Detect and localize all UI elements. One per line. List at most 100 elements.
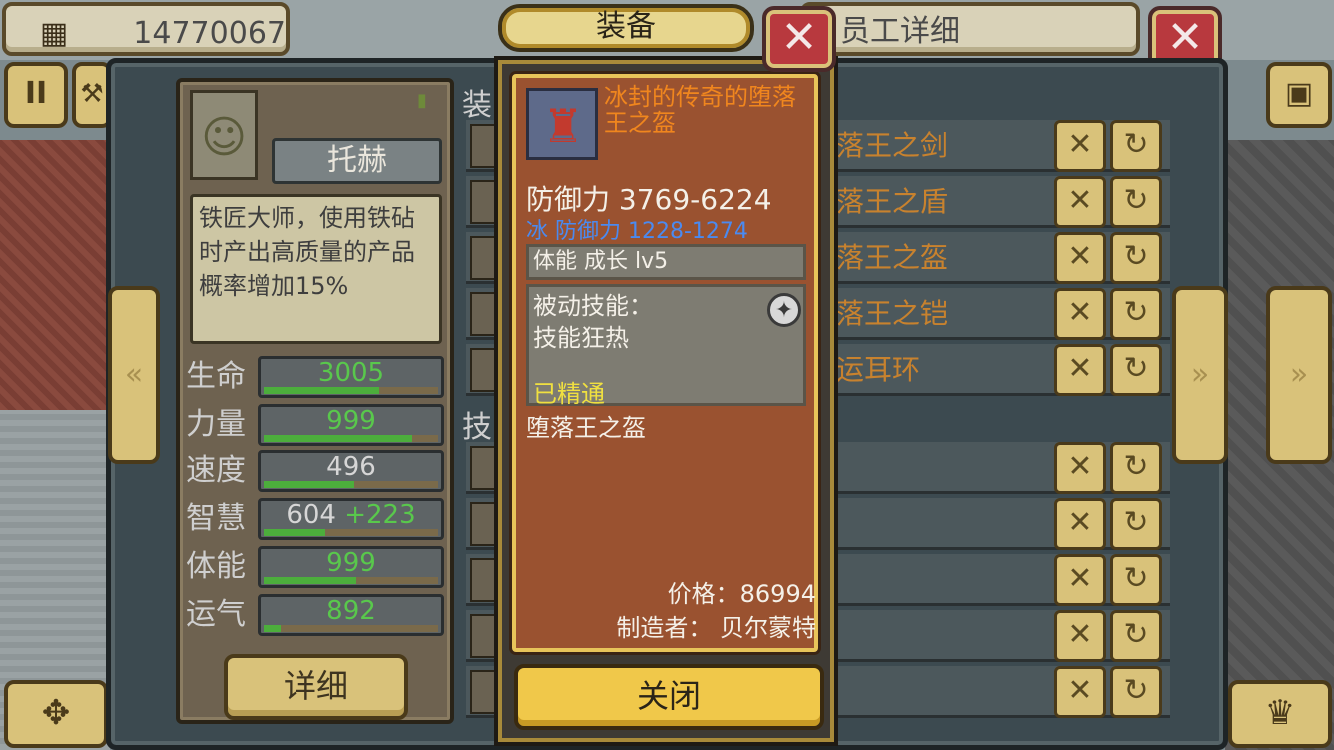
- stat-box: 604 +223: [258, 498, 444, 540]
- swap-icon: ↻: [1123, 449, 1149, 484]
- building-icon: ▦: [39, 16, 69, 51]
- hammer-icon: ⚒: [80, 79, 104, 109]
- close-icon: ✕: [1067, 239, 1093, 274]
- close-icon: ✕: [1067, 673, 1093, 708]
- stat-box: 999: [258, 546, 444, 588]
- swap-icon: ↻: [1123, 617, 1149, 652]
- close-icon: ✕: [1067, 617, 1093, 652]
- stat-row-luck: 运气 892: [186, 592, 446, 638]
- stat-bar-fill: [264, 529, 325, 536]
- stat-bar-fill: [264, 625, 282, 632]
- swap-button[interactable]: ↻: [1110, 344, 1162, 396]
- close-icon: ✕: [1067, 183, 1093, 218]
- equipment-name: 落王之铠: [836, 297, 949, 330]
- unequip-button[interactable]: ✕: [1054, 288, 1106, 340]
- camera-icon: ▣: [1284, 76, 1314, 111]
- equipment-popup: ♜ 冰封的传奇的堕落王之盔 防御力 3769-6224 冰 防御力 1228-1…: [494, 56, 838, 746]
- pause-button[interactable]: II: [4, 62, 68, 128]
- unequip-button[interactable]: ✕: [1054, 666, 1106, 718]
- equipment-section-label: 装: [462, 88, 492, 123]
- swap-button[interactable]: ↻: [1110, 610, 1162, 662]
- popup-title: 装备: [498, 4, 754, 52]
- stat-box: 999: [258, 404, 444, 446]
- equipment-name: 落王之盔: [836, 241, 949, 274]
- stat-bar-fill: [264, 481, 355, 488]
- character-portrait: ☺: [190, 90, 258, 180]
- unequip-button[interactable]: ✕: [1054, 498, 1106, 550]
- stat-base-value: 604: [286, 500, 336, 530]
- swap-button[interactable]: ↻: [1110, 498, 1162, 550]
- swap-icon: ↻: [1123, 505, 1149, 540]
- stat-box: 496: [258, 450, 444, 492]
- coin-value: 14770067: [133, 16, 286, 51]
- character-description: 铁匠大师，使用铁砧时产出高质量的产品概率增加15%: [190, 194, 442, 344]
- stat-bar: [264, 435, 438, 442]
- double-chevron-right-icon: »: [1289, 357, 1309, 392]
- mastered-label: 已精通: [533, 380, 605, 408]
- stat-bar: [264, 481, 438, 488]
- stat-box: 3005: [258, 356, 444, 398]
- swap-button[interactable]: ↻: [1110, 120, 1162, 172]
- blacksmith-icon: ☺: [201, 112, 247, 163]
- swap-icon: ↻: [1123, 127, 1149, 162]
- next-staff-button[interactable]: »: [1172, 286, 1228, 464]
- swap-icon: ↻: [1123, 351, 1149, 386]
- swap-icon: ↻: [1123, 295, 1149, 330]
- stat-box: 892: [258, 594, 444, 636]
- next-page-button[interactable]: »: [1266, 286, 1332, 464]
- popup-close-x-button[interactable]: ✕: [762, 6, 836, 72]
- stat-bar: [264, 529, 438, 536]
- close-icon: ✕: [780, 12, 818, 63]
- swap-button[interactable]: ↻: [1110, 288, 1162, 340]
- stat-value: 999: [326, 548, 376, 578]
- swap-button[interactable]: ↻: [1110, 176, 1162, 228]
- camera-button[interactable]: ▣: [1266, 62, 1332, 128]
- crown-icon: ♛: [1264, 693, 1296, 733]
- stat-bar: [264, 625, 438, 632]
- previous-staff-button[interactable]: «: [108, 286, 160, 464]
- close-icon: ✕: [1067, 295, 1093, 330]
- swap-button[interactable]: ↻: [1110, 666, 1162, 718]
- equipment-name: 落王之剑: [836, 129, 949, 162]
- shop-button[interactable]: ♛: [1228, 680, 1332, 748]
- item-ice-defense: 冰 防御力 1228-1274: [526, 219, 748, 244]
- double-chevron-right-icon: »: [1190, 357, 1210, 392]
- stat-label: 运气: [186, 597, 246, 632]
- popup-close-button[interactable]: 关闭: [514, 664, 824, 730]
- stat-value: 892: [326, 596, 376, 626]
- swap-button[interactable]: ↻: [1110, 554, 1162, 606]
- unequip-button[interactable]: ✕: [1054, 442, 1106, 494]
- passive-skill-label: 被动技能：: [533, 292, 653, 320]
- close-icon: ✕: [1067, 505, 1093, 540]
- unequip-button[interactable]: ✕: [1054, 120, 1106, 172]
- swap-button[interactable]: ↻: [1110, 232, 1162, 284]
- close-icon: ✕: [1067, 351, 1093, 386]
- swap-button[interactable]: ↻: [1110, 442, 1162, 494]
- pause-icon: II: [24, 76, 48, 111]
- passive-skill-box: 被动技能： 技能狂热 已精通 ✦: [526, 284, 806, 408]
- coin-bar: ▦ 14770067: [2, 2, 290, 56]
- swap-icon: ↻: [1123, 183, 1149, 218]
- stat-label: 速度: [186, 453, 246, 488]
- unequip-button[interactable]: ✕: [1054, 232, 1106, 284]
- stat-bar-fill: [264, 387, 379, 394]
- stat-bar: [264, 387, 438, 394]
- skill-info-icon[interactable]: ✦: [767, 293, 801, 327]
- character-name[interactable]: 托赫: [272, 138, 442, 184]
- character-panel: ☺ ▮ 托赫 铁匠大师，使用铁砧时产出高质量的产品概率增加15% 生命 3005…: [176, 78, 454, 724]
- stat-value: 496: [326, 452, 376, 482]
- unequip-button[interactable]: ✕: [1054, 554, 1106, 606]
- unequip-button[interactable]: ✕: [1054, 610, 1106, 662]
- staff-detail-title-bar: 员工详细: [800, 2, 1140, 56]
- swap-icon: ↻: [1123, 673, 1149, 708]
- stat-value: 604 +223: [261, 501, 441, 529]
- close-icon: ✕: [1067, 127, 1093, 162]
- detail-button[interactable]: 详细: [224, 654, 408, 720]
- passive-skill-name: 技能狂热: [533, 324, 629, 352]
- item-name: 冰封的传奇的堕落王之盔: [604, 83, 796, 137]
- stat-label: 智慧: [186, 501, 246, 536]
- move-button[interactable]: ✥: [4, 680, 108, 748]
- unequip-button[interactable]: ✕: [1054, 176, 1106, 228]
- unequip-button[interactable]: ✕: [1054, 344, 1106, 396]
- item-attribute: 体能 成长 lv5: [526, 244, 806, 280]
